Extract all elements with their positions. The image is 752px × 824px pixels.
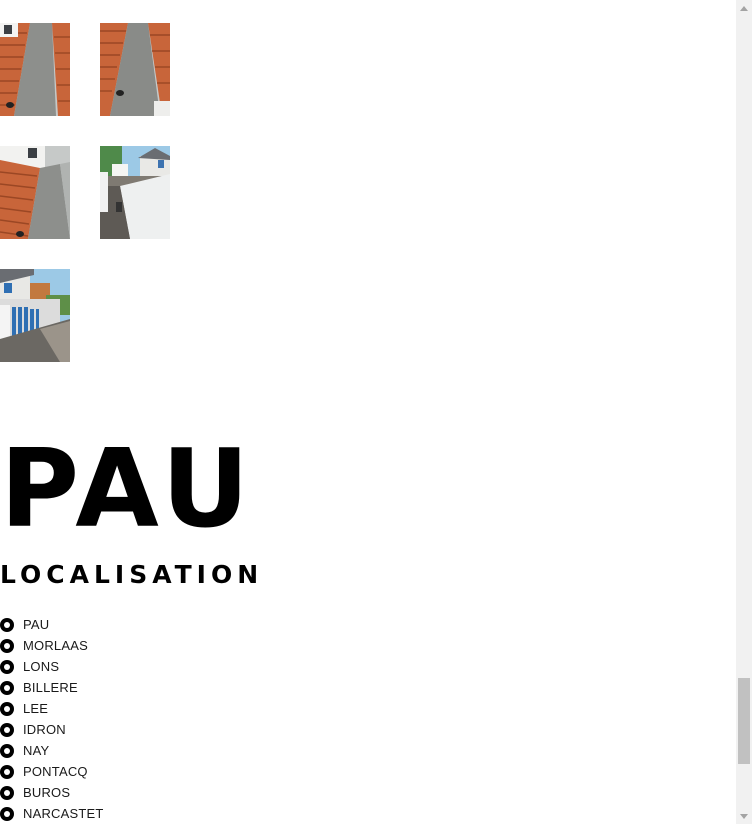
roof-gutter-photo-1[interactable] — [0, 23, 70, 116]
localisation-heading: LOCALISATION — [0, 560, 264, 589]
town-label: PONTACQ — [23, 764, 88, 779]
roof-gutter-photo-3[interactable] — [0, 146, 70, 239]
list-item: BILLERE — [0, 677, 104, 698]
scrollbar-thumb[interactable] — [738, 678, 750, 764]
town-label: NAY — [23, 743, 50, 758]
scroll-down-arrow-icon[interactable] — [736, 808, 752, 824]
circle-bullet-icon — [0, 701, 14, 716]
circle-bullet-icon — [0, 785, 14, 800]
town-label: IDRON — [23, 722, 66, 737]
town-label: PAU — [23, 617, 50, 632]
circle-bullet-icon — [0, 722, 14, 737]
circle-bullet-icon — [0, 617, 14, 632]
house-walkway-photo-1[interactable] — [100, 146, 170, 239]
vertical-scrollbar[interactable] — [736, 0, 752, 824]
list-item: PAU — [0, 614, 104, 635]
list-item: NAY — [0, 740, 104, 761]
list-item: PONTACQ — [0, 761, 104, 782]
list-item: LONS — [0, 656, 104, 677]
town-label: BILLERE — [23, 680, 78, 695]
town-label: MORLAAS — [23, 638, 88, 653]
town-label: LONS — [23, 659, 60, 674]
roof-gutter-photo-2[interactable] — [100, 23, 170, 116]
town-label: LEE — [23, 701, 49, 716]
circle-bullet-icon — [0, 638, 14, 653]
circle-bullet-icon — [0, 806, 14, 821]
list-item: MORLAAS — [0, 635, 104, 656]
list-item: LEE — [0, 698, 104, 719]
circle-bullet-icon — [0, 659, 14, 674]
town-label: BUROS — [23, 785, 71, 800]
list-item: NARCASTET — [0, 803, 104, 824]
page-content: PAU LOCALISATION PAU MORLAAS LONS BILLER… — [0, 0, 736, 824]
circle-bullet-icon — [0, 680, 14, 695]
house-walkway-photo-2[interactable] — [0, 269, 70, 362]
city-title: PAU — [0, 427, 256, 552]
list-item: BUROS — [0, 782, 104, 803]
list-item: IDRON — [0, 719, 104, 740]
circle-bullet-icon — [0, 743, 14, 758]
scroll-up-arrow-icon[interactable] — [736, 0, 752, 16]
town-label: NARCASTET — [23, 806, 104, 821]
circle-bullet-icon — [0, 764, 14, 779]
town-list: PAU MORLAAS LONS BILLERE LEE IDRON NAY P… — [0, 614, 104, 824]
